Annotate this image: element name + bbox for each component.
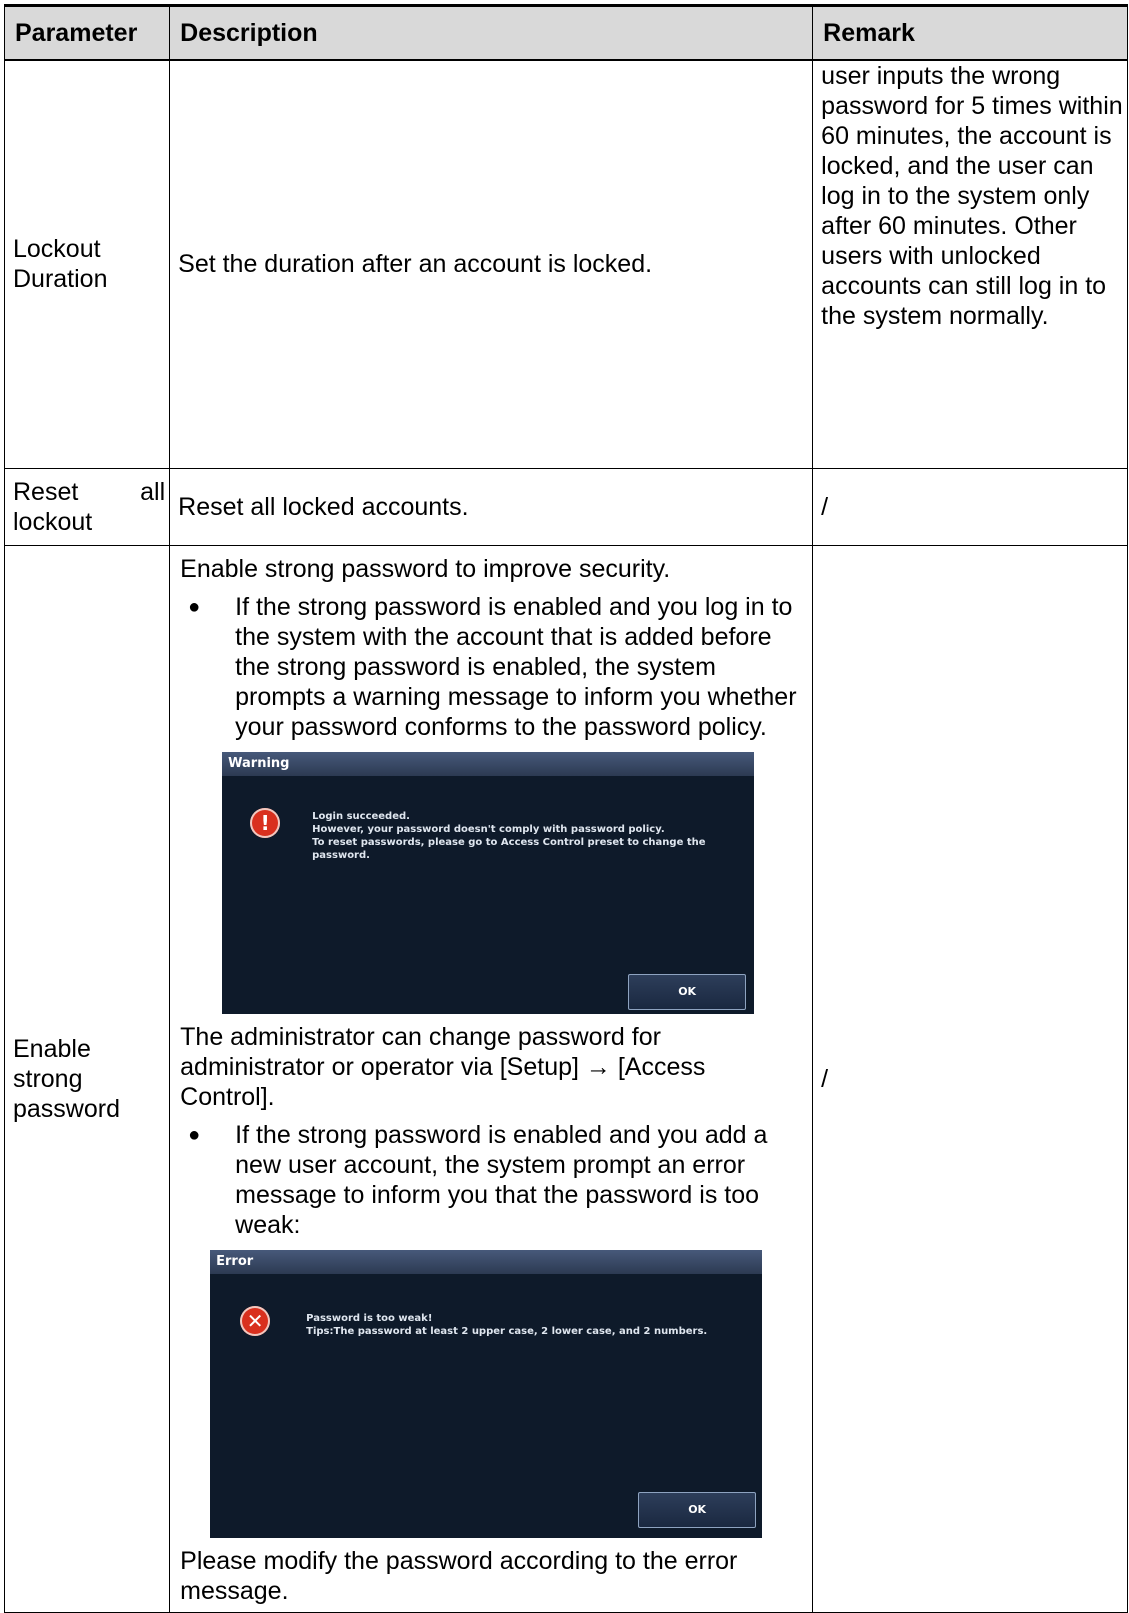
desc-enable-strong-password: Enable strong password to improve securi… xyxy=(169,544,814,1613)
row-lockout-duration: Lockout Duration Set the duration after … xyxy=(3,59,1128,469)
parameter-table: Parameter Description Remark Lockout Dur… xyxy=(3,4,1128,1613)
warning-line: password. xyxy=(312,849,370,861)
param-lockout-duration: Lockout Duration xyxy=(3,59,171,469)
desc-lockout-duration: Set the duration after an account is loc… xyxy=(169,59,814,469)
param-reset-all-lockout: Reset all lockout xyxy=(3,467,171,546)
warning-line: To reset passwords, please go to Access … xyxy=(312,836,706,848)
desc-reset-all-lockout: Reset all locked accounts. xyxy=(169,467,814,546)
warning-ok-button[interactable]: OK xyxy=(628,973,747,1010)
error-dialog: Error ✕ Password is too weak! Tips:The p… xyxy=(210,1249,763,1538)
intro-text: Enable strong password to improve securi… xyxy=(180,554,671,583)
remark-reset-all-lockout: / xyxy=(812,467,1128,546)
exclamation-icon: ! xyxy=(250,807,281,838)
warning-message: Login succeeded. However, your password … xyxy=(312,810,705,862)
header-remark: Remark xyxy=(812,4,1128,61)
error-x-icon: ✕ xyxy=(240,1305,271,1336)
remark-lockout-duration: user inputs the wrong password for 5 tim… xyxy=(812,59,1128,469)
warning-dialog-title: Warning xyxy=(222,751,755,776)
closing-text: Please modify the password according to … xyxy=(180,1546,738,1605)
error-line: Password is too weak! xyxy=(306,1312,433,1324)
admin-text: The administrator can change password fo… xyxy=(180,1022,706,1111)
bullet-text: If the strong password is enabled and yo… xyxy=(235,1120,768,1239)
param-reset-word2: all xyxy=(140,477,166,506)
param-enable-strong-password: Enable strong password xyxy=(3,544,171,1613)
row-enable-strong-password: Enable strong password Enable strong pas… xyxy=(3,544,1128,1613)
error-message: Password is too weak! Tips:The password … xyxy=(306,1312,707,1338)
warning-line: Login succeeded. xyxy=(312,810,410,822)
header-description: Description xyxy=(169,4,814,61)
header-parameter: Parameter xyxy=(3,4,171,61)
bullet-item: ● If the strong password is enabled and … xyxy=(180,1120,806,1240)
remark-enable-strong-password: / xyxy=(812,544,1128,1613)
error-dialog-title: Error xyxy=(210,1249,763,1274)
param-reset-word3: lockout xyxy=(13,507,93,536)
bullet-dot-icon: ● xyxy=(188,595,201,618)
bullet-item: ● If the strong password is enabled and … xyxy=(180,592,806,742)
param-reset-word1: Reset xyxy=(13,477,79,506)
warning-dialog: Warning ! Login succeeded. However, your… xyxy=(222,751,755,1014)
bullet-text: If the strong password is enabled and yo… xyxy=(235,592,797,741)
error-line: Tips:The password at least 2 upper case,… xyxy=(306,1325,708,1337)
warning-line: However, your password doesn't comply wi… xyxy=(312,823,665,835)
header-row: Parameter Description Remark xyxy=(3,4,1128,61)
error-ok-button[interactable]: OK xyxy=(638,1491,757,1528)
bullet-dot-icon: ● xyxy=(188,1123,201,1146)
row-reset-all-lockout: Reset all lockout Reset all locked accou… xyxy=(3,467,1128,546)
